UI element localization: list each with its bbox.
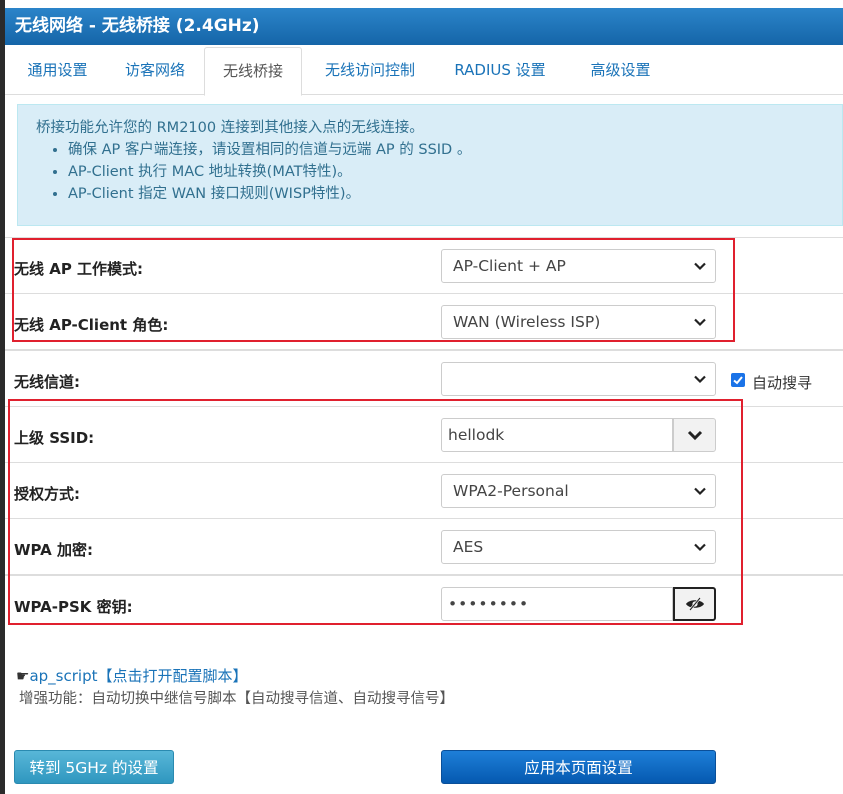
channel-select[interactable] (441, 362, 716, 396)
row-channel: 无线信道: (5, 349, 843, 406)
tab-guest-network[interactable]: 访客网络 (110, 47, 200, 95)
enhance-note: 增强功能：自动切换中继信号脚本【自动搜寻信道、自动搜寻信号】 (19, 691, 454, 707)
script-link-row: ☛ap_script【点击打开配置脚本】 (16, 665, 247, 686)
goto-5ghz-button[interactable]: 转到 5GHz 的设置 (14, 750, 174, 784)
auto-search-label: 自动搜寻 (752, 374, 813, 392)
tab-bar: 通用设置 访客网络 无线桥接 无线访问控制 RADIUS 设置 高级设置 (5, 45, 843, 96)
tab-access-control[interactable]: 无线访问控制 (310, 47, 430, 95)
tab-radius[interactable]: RADIUS 设置 (445, 47, 555, 95)
info-bullet: AP-Client 执行 MAC 地址转换(MAT特性)。 (68, 161, 842, 183)
highlight-box-connection (8, 399, 743, 625)
script-link[interactable]: 【点击打开配置脚本】 (97, 667, 247, 685)
check-icon (733, 376, 743, 385)
tab-advanced[interactable]: 高级设置 (578, 47, 663, 95)
tab-general[interactable]: 通用设置 (15, 47, 100, 95)
info-panel: 桥接功能允许您的 RM2100 连接到其他接入点的无线连接。 确保 AP 客户端… (17, 104, 843, 226)
chevron-down-icon (694, 375, 706, 384)
channel-label: 无线信道: (14, 373, 80, 391)
hand-pointer-icon: ☛ (16, 667, 30, 685)
info-bullet: 确保 AP 客户端连接，请设置相同的信道与远端 AP 的 SSID 。 (68, 139, 842, 161)
info-bullet: AP-Client 指定 WAN 接口规则(WISP特性)。 (68, 183, 842, 205)
window-title: 无线网络 - 无线桥接 (2.4GHz) (5, 8, 843, 45)
info-list: 确保 AP 客户端连接，请设置相同的信道与远端 AP 的 SSID 。 AP-C… (36, 139, 842, 205)
info-intro: 桥接功能允许您的 RM2100 连接到其他接入点的无线连接。 (36, 120, 424, 136)
auto-search-checkbox[interactable] (731, 373, 745, 387)
highlight-box-mode (12, 238, 735, 342)
tab-wireless-bridge[interactable]: 无线桥接 (204, 47, 302, 96)
page-frame: 无线网络 - 无线桥接 (2.4GHz) 通用设置 访客网络 无线桥接 无线访问… (5, 0, 843, 794)
apply-settings-button[interactable]: 应用本页面设置 (441, 750, 716, 784)
script-link-prefix[interactable]: ap_script (29, 667, 97, 685)
